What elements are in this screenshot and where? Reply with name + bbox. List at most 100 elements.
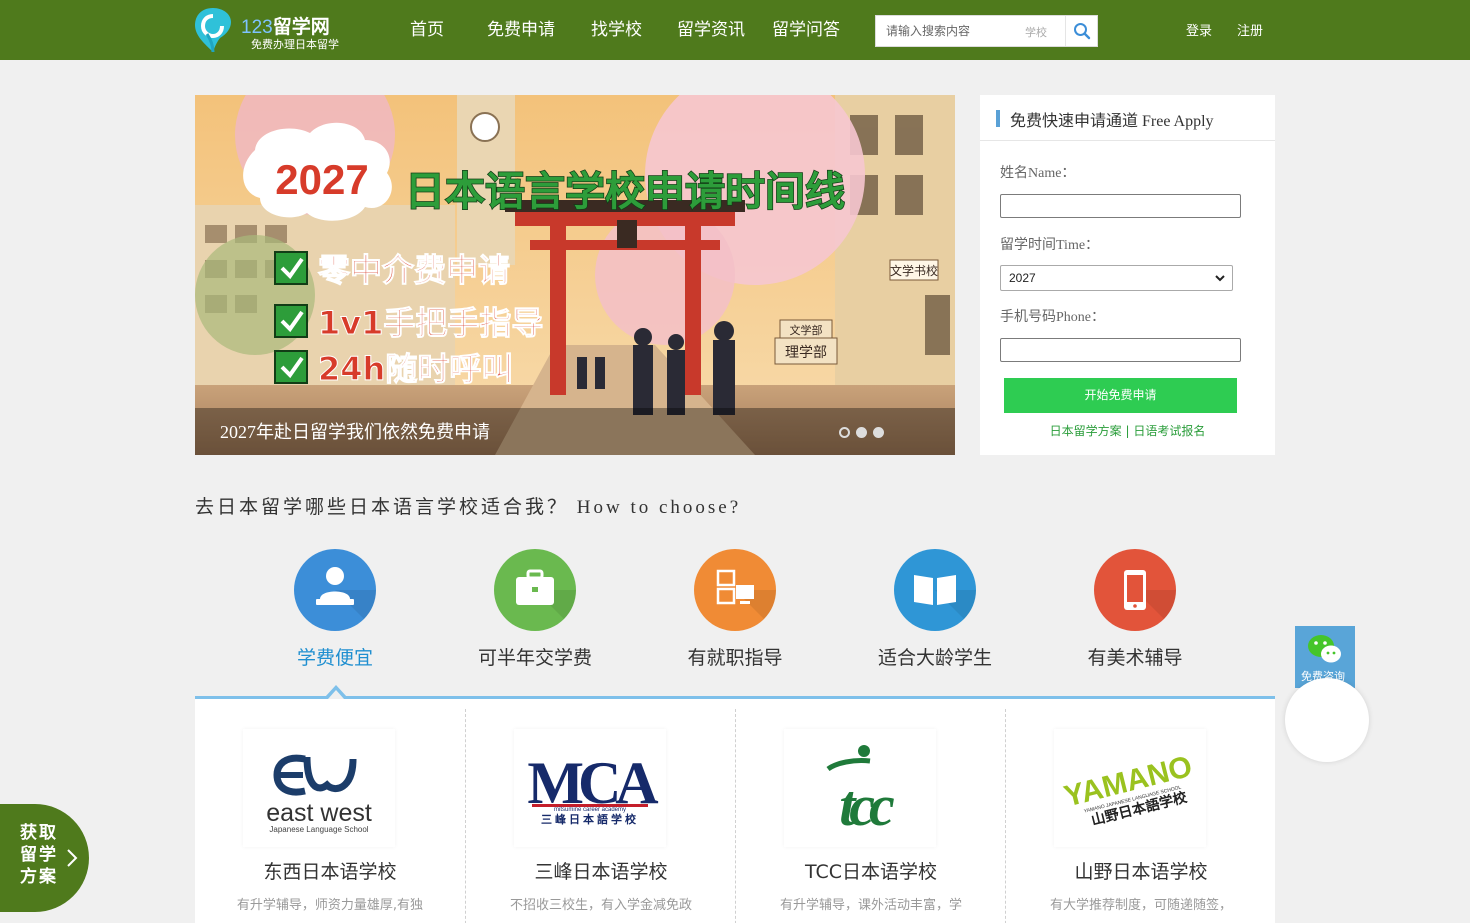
- yamano-logo: YAMANO YAMANO JAPANESE LANGUAGE SCHOOL 山…: [1061, 750, 1196, 829]
- feature-label: 有就职指导: [687, 647, 783, 669]
- school-name[interactable]: 三峰日本语学校: [466, 857, 736, 884]
- school-name[interactable]: TCC日本语学校: [736, 857, 1006, 884]
- chevron-down-icon: [1215, 275, 1225, 282]
- feature-tab-older-students[interactable]: 适合大龄学生: [835, 549, 1035, 670]
- school-card[interactable]: east west Japanese Language School 东西日本语…: [195, 709, 465, 923]
- active-tab-arrow-inner: [328, 690, 344, 699]
- hero-banner[interactable]: 文学书校 文学部 理学部 2027 日本语言学校申请时间线 零中介费申请 1v1…: [195, 95, 955, 455]
- open-book-icon: [914, 575, 976, 631]
- nav-item-news[interactable]: 留学资讯: [677, 0, 772, 60]
- east-west-subtitle: Japanese Language School: [269, 825, 368, 834]
- east-west-logo: east west Japanese Language School: [266, 754, 372, 834]
- computer-network-icon: [716, 569, 776, 631]
- person-laptop-icon: [316, 567, 376, 631]
- banner-check-1: 零中介费申请: [318, 251, 510, 289]
- nav-item-free-apply[interactable]: 免费申请: [487, 0, 591, 60]
- search-button[interactable]: [1065, 16, 1097, 46]
- school-logo-yamano[interactable]: YAMANO YAMANO JAPANESE LANGUAGE SCHOOL 山…: [1054, 729, 1206, 847]
- school-list: east west Japanese Language School 东西日本语…: [195, 699, 1275, 923]
- main-nav: 首页 免费申请 找学校 留学资讯 留学问答: [410, 0, 862, 60]
- free-apply-panel: 免费快速申请通道 Free Apply 姓名Name： 留学时间Time： 20…: [980, 95, 1275, 455]
- school-card[interactable]: MCA mitsumine career academy 三峰日本語学校 三峰日…: [465, 709, 735, 923]
- banner-headline: 日本语言学校申请时间线: [405, 169, 845, 215]
- school-logo-east-west[interactable]: east west Japanese Language School: [243, 729, 395, 847]
- feature-circle: [694, 549, 776, 631]
- register-link[interactable]: 注册: [1237, 20, 1263, 39]
- banner-year: 2027: [275, 156, 368, 203]
- get-study-plan-button[interactable]: 获取留学方案: [0, 804, 89, 912]
- search-scope-select[interactable]: 学校: [1025, 24, 1047, 40]
- logo-mark-icon: [195, 8, 231, 53]
- school-card[interactable]: tcc TCC日本语学校 有升学辅导，课外活动丰富，学: [735, 709, 1005, 923]
- search-icon: [1073, 23, 1090, 40]
- tcc-wordmark: tcc: [839, 773, 894, 838]
- login-link[interactable]: 登录: [1186, 20, 1212, 39]
- school-description: 不招收三校生，有入学金减免政: [509, 898, 692, 913]
- site-logo[interactable]: 123留学网 免费办理日本留学: [193, 6, 353, 54]
- banner-dot-3[interactable]: [873, 427, 884, 438]
- banner-pagination: [839, 427, 884, 438]
- start-apply-button[interactable]: 开始免费申请: [1004, 378, 1237, 413]
- banner-sign-1: 文学书校: [890, 263, 938, 278]
- study-plan-link[interactable]: 日本留学方案: [1050, 424, 1122, 438]
- get-study-plan-label: 获取留学方案: [20, 823, 58, 887]
- school-name[interactable]: 东西日本语学校: [195, 857, 465, 884]
- name-field[interactable]: [1000, 194, 1241, 218]
- east-west-wordmark: east west: [266, 799, 372, 827]
- phone-label: 手机号码Phone：: [1000, 310, 1105, 325]
- banner-check-3: 24h随时呼叫: [318, 350, 513, 388]
- time-label: 留学时间Time：: [1000, 238, 1100, 253]
- school-description: 有升学辅导，课外活动丰富，学: [779, 898, 962, 913]
- school-logo-tcc[interactable]: tcc: [784, 729, 936, 847]
- apply-links: 日本留学方案 | 日语考试报名: [980, 422, 1275, 439]
- nav-item-qa[interactable]: 留学问答: [772, 0, 862, 60]
- feature-tab-career-guidance[interactable]: 有就职指导: [635, 549, 835, 670]
- name-label: 姓名Name：: [1000, 166, 1076, 181]
- apply-panel-header: 免费快速申请通道 Free Apply: [980, 95, 1275, 141]
- feature-tab-half-year-payment[interactable]: 可半年交学费: [435, 549, 635, 670]
- wechat-icon: [1308, 635, 1341, 663]
- feature-label: 学费便宜: [296, 647, 373, 669]
- school-description: 有升学辅导，师资力量雄厚,有独: [236, 898, 424, 913]
- school-name[interactable]: 山野日本语学校: [1006, 857, 1276, 884]
- search-input[interactable]: [876, 16, 1026, 46]
- chevron-right-icon: [67, 849, 78, 867]
- banner-illustration: 文学书校 文学部 理学部 2027 日本语言学校申请时间线 零中介费申请 1v1…: [195, 95, 955, 455]
- logo-title: 123留学网: [241, 17, 330, 38]
- mobile-phone-icon: [1124, 570, 1176, 631]
- nav-item-home[interactable]: 首页: [410, 0, 487, 60]
- link-separator: |: [1121, 424, 1134, 438]
- feature-tab-art-tutoring[interactable]: 有美术辅导: [1035, 549, 1235, 670]
- banner-caption[interactable]: 2027年赴日留学我们依然免费申请: [220, 418, 490, 444]
- school-card[interactable]: YAMANO YAMANO JAPANESE LANGUAGE SCHOOL 山…: [1005, 709, 1275, 923]
- phone-field[interactable]: [1000, 338, 1241, 362]
- feature-circle: [494, 549, 576, 631]
- mca-subtitle: 三峰日本語学校: [541, 812, 639, 826]
- school-description: 有大学推荐制度，可随递随签，: [1049, 898, 1232, 913]
- banner-caption-bar: 2027年赴日留学我们依然免费申请: [195, 408, 955, 455]
- banner-sign-3: 理学部: [785, 345, 827, 361]
- mca-logo: MCA mitsumine career academy 三峰日本語学校: [527, 750, 664, 826]
- banner-dot-2[interactable]: [856, 427, 867, 438]
- briefcase-icon: [516, 569, 576, 631]
- floating-circle-widget[interactable]: [1285, 678, 1369, 762]
- logo-subtitle: 免费办理日本留学: [251, 38, 339, 51]
- feature-label: 可半年交学费: [477, 647, 592, 669]
- nav-item-find-school[interactable]: 找学校: [591, 0, 677, 60]
- banner-sign-2: 文学部: [790, 323, 823, 337]
- search-box: 学校: [875, 15, 1098, 47]
- feature-tab-cheap-tuition[interactable]: 学费便宜: [235, 549, 435, 670]
- feature-circle: [1094, 549, 1176, 631]
- study-time-select[interactable]: 2027: [1000, 265, 1233, 291]
- banner-dot-1[interactable]: [839, 427, 850, 438]
- jlpt-register-link[interactable]: 日语考试报名: [1133, 424, 1205, 438]
- banner-check-2: 1v1手把手指导: [318, 304, 543, 342]
- feature-circle: [894, 549, 976, 631]
- top-header: 123留学网 免费办理日本留学 首页 免费申请 找学校 留学资讯 留学问答 学校…: [0, 0, 1470, 60]
- feature-label: 适合大龄学生: [877, 647, 992, 669]
- feature-label: 有美术辅导: [1087, 647, 1183, 669]
- feature-circle: [294, 549, 376, 631]
- tcc-logo: tcc: [826, 745, 900, 838]
- school-logo-mca[interactable]: MCA mitsumine career academy 三峰日本語学校: [514, 729, 666, 847]
- apply-title: 免费快速申请通道 Free Apply: [1010, 113, 1214, 130]
